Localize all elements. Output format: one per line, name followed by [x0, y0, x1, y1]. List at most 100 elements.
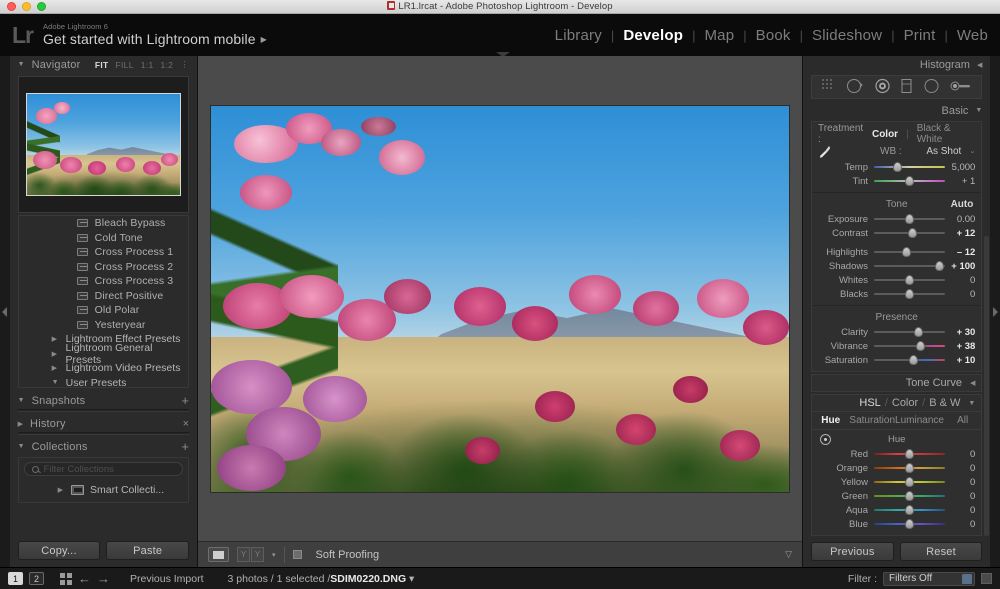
slider-thumb[interactable]	[905, 519, 915, 529]
preset-item[interactable]: Cross Process 1	[19, 245, 188, 260]
tab-saturation[interactable]: Saturation	[849, 415, 895, 426]
module-map[interactable]: Map	[695, 27, 743, 44]
slider-thumb[interactable]	[908, 228, 918, 238]
slider-thumb[interactable]	[905, 214, 915, 224]
twisty-icon[interactable]: ▼	[18, 397, 25, 404]
red-eye-icon[interactable]	[874, 78, 891, 97]
preset-item[interactable]: Direct Positive	[19, 289, 188, 304]
screen-2-button[interactable]: 2	[29, 572, 44, 585]
toolbar-collapse-icon[interactable]: ▽	[785, 549, 792, 560]
develop-photo[interactable]	[210, 104, 790, 493]
preset-group-user[interactable]: ▼ User Presets	[19, 376, 188, 387]
target-adjust-icon[interactable]	[820, 434, 831, 445]
slider-clarity[interactable]: Clarity + 30	[812, 325, 981, 339]
treatment-color-option[interactable]: Color	[864, 129, 906, 140]
module-library[interactable]: Library	[546, 27, 611, 44]
hsl-title[interactable]: HSL	[859, 397, 880, 409]
treatment-row[interactable]: Treatment : Color | Black & White	[812, 123, 981, 145]
preset-item[interactable]: Bleach Bypass	[19, 216, 188, 231]
collections-header[interactable]: ▼ Collections +	[9, 438, 197, 455]
preset-group-general[interactable]: ▶ Lightroom General Presets	[19, 342, 188, 366]
preset-group-video[interactable]: ▶ Lightroom Video Presets	[19, 361, 188, 376]
slider-track[interactable]	[874, 288, 946, 300]
slider-blacks[interactable]: Blacks 0	[812, 287, 981, 301]
hsl-header[interactable]: HSL / Color / B & W ▼	[811, 394, 983, 412]
slider-track[interactable]	[874, 326, 946, 338]
forward-arrow-icon[interactable]: →	[97, 571, 110, 586]
slider-highlights[interactable]: Highlights – 12	[812, 245, 981, 259]
presets-list[interactable]: Bleach Bypass Cold Tone Cross Process 1 …	[17, 215, 189, 388]
tab-all[interactable]: All	[944, 415, 981, 426]
tab-hue[interactable]: Hue	[812, 415, 849, 426]
chevron-updown-icon[interactable]	[962, 573, 972, 584]
slider-thumb[interactable]	[905, 275, 915, 285]
slider-track[interactable]	[874, 161, 946, 173]
back-arrow-icon[interactable]: ←	[78, 571, 91, 586]
slider-thumb[interactable]	[905, 491, 915, 501]
slider-hue-blue[interactable]: Blue 0	[812, 517, 981, 531]
before-after-icon[interactable]: YY	[237, 547, 264, 562]
paste-button[interactable]: Paste	[106, 541, 189, 560]
chevron-down-icon[interactable]: ▾	[409, 573, 414, 585]
module-develop[interactable]: Develop	[614, 27, 692, 44]
slider-track[interactable]	[874, 260, 946, 272]
preset-item[interactable]: Cross Process 2	[19, 260, 188, 275]
slider-thumb[interactable]	[893, 162, 903, 172]
slider-track[interactable]	[874, 340, 946, 352]
slider-track[interactable]	[874, 476, 946, 488]
twisty-icon[interactable]: ▶	[52, 350, 58, 358]
histogram-header[interactable]: Histogram ◀	[803, 56, 990, 73]
develop-tool-strip[interactable]	[811, 75, 983, 99]
slider-hue-orange[interactable]: Orange 0	[812, 461, 981, 475]
twisty-icon[interactable]: ▼	[975, 107, 982, 114]
module-list[interactable]: Library | Develop | Map | Book | Slideshow | …	[546, 27, 1000, 44]
zoom-caret-icon[interactable]: ⋮	[180, 59, 189, 70]
add-collection-button[interactable]: +	[181, 440, 189, 453]
basic-header[interactable]: Basic ▼	[803, 102, 990, 119]
preset-item[interactable]: Cross Process 3	[19, 274, 188, 289]
tab-luminance[interactable]: Luminance	[895, 415, 944, 426]
source-label[interactable]: Previous Import	[130, 573, 204, 585]
twisty-icon[interactable]: ▶	[18, 420, 23, 428]
zoom-fill[interactable]: FILL	[116, 60, 134, 70]
slider-track[interactable]	[874, 274, 946, 286]
slider-thumb[interactable]	[909, 355, 919, 365]
twisty-icon[interactable]: ▶	[52, 335, 58, 343]
zoom-1-2[interactable]: 1:2	[160, 60, 173, 70]
white-balance-row[interactable]: WB : As Shot ⌄	[812, 142, 981, 160]
copy-button[interactable]: Copy...	[17, 541, 101, 560]
slider-thumb[interactable]	[901, 247, 911, 257]
right-panel-scrollbar[interactable]	[984, 236, 990, 536]
preset-item[interactable]: Old Polar	[19, 303, 188, 318]
navigator-header[interactable]: ▼ Navigator FIT FILL 1:1 1:2 ⋮	[9, 56, 197, 73]
auto-tone-button[interactable]: Auto	[951, 197, 974, 212]
navigator-preview[interactable]	[17, 76, 189, 213]
chevron-down-icon[interactable]: ⌄	[969, 147, 975, 155]
zoom-1-1[interactable]: 1:1	[141, 60, 154, 70]
collection-item-smart[interactable]: ▶ Smart Collecti...	[24, 482, 183, 497]
slider-whites[interactable]: Whites 0	[812, 273, 981, 287]
play-arrow-icon[interactable]: ▶	[261, 35, 267, 44]
slider-tint[interactable]: Tint + 1	[812, 174, 981, 188]
twisty-icon[interactable]: ▼	[18, 61, 25, 68]
module-print[interactable]: Print	[895, 27, 945, 44]
slider-thumb[interactable]	[905, 449, 915, 459]
slider-thumb[interactable]	[905, 176, 915, 186]
slider-exposure[interactable]: Exposure 0.00	[812, 212, 981, 226]
loupe-view-icon[interactable]	[208, 547, 229, 562]
graduated-filter-icon[interactable]	[901, 78, 913, 97]
slider-track[interactable]	[874, 462, 946, 474]
slider-thumb[interactable]	[915, 341, 925, 351]
adjustment-brush-icon[interactable]	[950, 79, 972, 96]
preset-item[interactable]: Yesteryear	[19, 318, 188, 333]
module-book[interactable]: Book	[747, 27, 800, 44]
slider-vibrance[interactable]: Vibrance + 38	[812, 339, 981, 353]
image-canvas[interactable]	[198, 56, 802, 541]
history-header[interactable]: ▶ History ×	[9, 415, 197, 432]
previous-button[interactable]: Previous	[811, 542, 894, 561]
clear-history-button[interactable]: ×	[183, 418, 189, 430]
preset-item[interactable]: Cold Tone	[19, 231, 188, 246]
hsl-color-title[interactable]: Color	[892, 397, 918, 409]
twisty-icon[interactable]: ▶	[52, 364, 58, 372]
slider-shadows[interactable]: Shadows + 100	[812, 259, 981, 273]
